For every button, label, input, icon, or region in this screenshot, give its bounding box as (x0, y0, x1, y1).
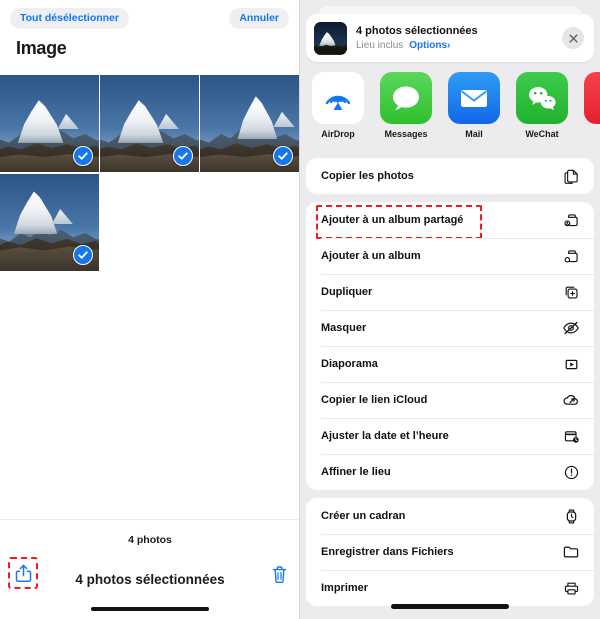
share-target-messages[interactable]: Messages (380, 72, 432, 139)
mail-icon-tile (448, 72, 500, 124)
share-sheet-subtitle-row: Lieu inclus Options› (356, 39, 562, 53)
messages-icon-tile (380, 72, 432, 124)
photo-thumbnail-3[interactable] (200, 75, 299, 172)
refine-location-icon (561, 462, 581, 482)
action-label: Diaporama (321, 358, 378, 370)
copy-photos-icon (561, 166, 581, 186)
photo-thumbnail-2[interactable] (100, 75, 199, 172)
action-ajouter-album-partage[interactable]: Ajouter à un album partagé (306, 202, 594, 239)
action-imprimer[interactable]: Imprimer (306, 570, 594, 606)
airdrop-label: AirDrop (321, 129, 355, 139)
slideshow-icon (561, 354, 581, 374)
selection-summary-label: 4 photos sélectionnées (75, 571, 225, 587)
action-group-export: Créer un cadran Enregistrer dans Fichier… (306, 498, 594, 606)
action-affiner-le-lieu[interactable]: Affiner le lieu (306, 454, 594, 490)
share-icon (15, 564, 31, 582)
share-sheet-title: 4 photos sélectionnées (356, 24, 478, 37)
header-photo-thumbnail[interactable] (314, 21, 347, 55)
photo-thumbnail-4[interactable] (0, 174, 99, 271)
action-group-library: Ajouter à un album partagé Ajouter à un … (306, 202, 594, 490)
mail-icon (461, 90, 487, 107)
action-ajouter-album[interactable]: Ajouter à un album (306, 238, 594, 274)
printer-icon (561, 578, 581, 598)
deselect-all-button[interactable]: Tout désélectionner (10, 8, 129, 29)
wechat-label: WeChat (525, 129, 559, 139)
close-icon (568, 33, 578, 43)
messages-label: Messages (384, 129, 428, 139)
action-label: Affiner le lieu (321, 466, 391, 478)
close-button[interactable] (562, 27, 584, 49)
action-dupliquer[interactable]: Dupliquer (306, 274, 594, 310)
watch-face-icon (561, 506, 581, 526)
album-icon (561, 246, 581, 266)
screenshot-root: Tout désélectionner Annuler Image 4 phot… (0, 0, 600, 619)
share-button[interactable] (8, 557, 38, 589)
share-apps-row[interactable]: AirDrop Messages Mail WeChat (300, 72, 600, 150)
trash-icon (272, 565, 286, 583)
icloud-link-icon (561, 390, 581, 410)
action-copier-les-photos[interactable]: Copier les photos (306, 158, 594, 194)
action-group-copy: Copier les photos (306, 158, 594, 194)
chevron-right-icon: › (447, 39, 451, 51)
selected-check-icon[interactable] (73, 146, 93, 166)
photo-count-label: 4 photos (128, 534, 172, 546)
header-text-block: 4 photos sélectionnées Lieu inclus Optio… (356, 24, 562, 53)
share-target-wechat[interactable]: WeChat (516, 72, 568, 139)
action-label: Ajuster la date et l’heure (321, 430, 449, 442)
shared-album-icon (561, 210, 581, 230)
action-masquer[interactable]: Masquer (306, 310, 594, 346)
action-copier-lien-icloud[interactable]: Copier le lien iCloud (306, 382, 594, 418)
messages-icon (393, 86, 419, 110)
wechat-icon (529, 87, 556, 111)
action-label: Copier le lien iCloud (321, 394, 428, 406)
picker-topbar: Tout désélectionner Annuler (0, 0, 299, 34)
action-creer-un-cadran[interactable]: Créer un cadran (306, 498, 594, 534)
photos-picker-pane: Tout désélectionner Annuler Image 4 phot… (0, 0, 300, 619)
photo-thumbnail-1[interactable] (0, 75, 99, 172)
action-label: Créer un cadran (321, 510, 406, 522)
selected-check-icon[interactable] (73, 245, 93, 265)
partial-app-icon (595, 83, 600, 113)
home-indicator (391, 604, 509, 609)
cancel-button[interactable]: Annuler (229, 8, 289, 29)
share-sheet-actions-list[interactable]: Copier les photos Ajouter à un album par… (300, 158, 600, 619)
selected-check-icon[interactable] (273, 146, 293, 166)
action-label: Masquer (321, 322, 367, 334)
picker-bottom-bar: 4 photos 4 photos sélectionnées (0, 519, 299, 619)
share-target-mail[interactable]: Mail (448, 72, 500, 139)
action-label: Dupliquer (321, 286, 373, 298)
share-target-partial[interactable] (584, 72, 600, 129)
partial-app-icon-tile (584, 72, 600, 124)
duplicate-icon (561, 282, 581, 302)
home-indicator (91, 607, 209, 611)
bottom-action-row: 4 photos sélectionnées (0, 554, 299, 604)
photo-grid (0, 75, 299, 273)
hide-eye-icon (561, 318, 581, 338)
action-enregistrer-dans-fichiers[interactable]: Enregistrer dans Fichiers (306, 534, 594, 570)
action-ajuster-date-heure[interactable]: Ajuster la date et l’heure (306, 418, 594, 454)
action-label: Ajouter à un album partagé (321, 214, 464, 226)
options-label: Options (409, 39, 448, 51)
action-label: Ajouter à un album (321, 250, 421, 262)
airdrop-icon-tile (312, 72, 364, 124)
share-sheet-pane: 4 photos sélectionnées Lieu inclus Optio… (300, 0, 600, 619)
page-title: Image (16, 38, 67, 58)
delete-button[interactable] (268, 563, 290, 585)
action-diaporama[interactable]: Diaporama (306, 346, 594, 382)
action-label: Imprimer (321, 582, 369, 594)
airdrop-icon (325, 95, 351, 110)
options-button[interactable]: Options› (409, 39, 450, 53)
wechat-icon-tile (516, 72, 568, 124)
location-included-label: Lieu inclus (356, 39, 404, 51)
mail-label: Mail (465, 129, 483, 139)
adjust-date-icon (561, 426, 581, 446)
share-target-airdrop[interactable]: AirDrop (312, 72, 364, 139)
action-label: Copier les photos (321, 170, 414, 182)
folder-icon (561, 542, 581, 562)
share-sheet-header: 4 photos sélectionnées Lieu inclus Optio… (306, 14, 594, 62)
action-label: Enregistrer dans Fichiers (321, 546, 454, 558)
selected-check-icon[interactable] (173, 146, 193, 166)
